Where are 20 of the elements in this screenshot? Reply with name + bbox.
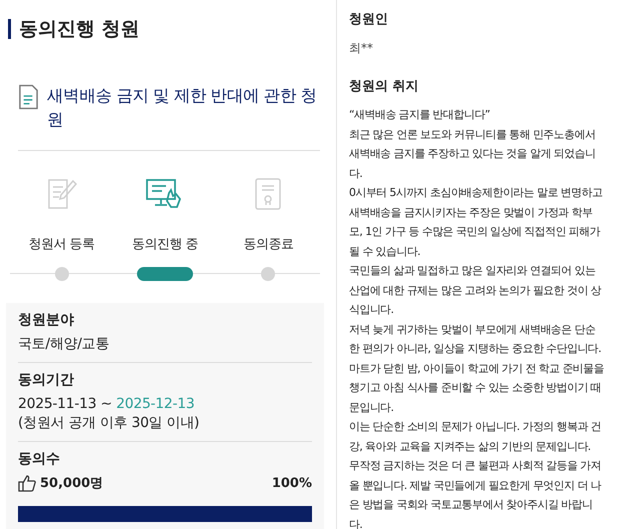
document-icon [18, 84, 40, 110]
petitioner-label: 청원인 [349, 11, 389, 28]
period-note: (청원서 공개 이후 30일 이내) [18, 414, 200, 433]
step-label: 동의진행 중 [132, 236, 198, 253]
period-label: 동의기간 [18, 371, 75, 389]
purpose-label: 청원의 취지 [349, 78, 420, 95]
purpose-text: “새벽배송 금지를 반대합니다” 최근 많은 언론 보도와 커뮤니티를 통해 민주노총에서 새벽배송 금지를 주장하고 있다는 것을 알게 되었습니 다. 0시부터 5시까지 초심야배송제한이라는 말로 변명하고 새벽배송을 금지시키자는 주장은 맞벌이 가정과 학부 모, 1인 가구 등 수많은 국민의 일상에 직접적인 피해가 될 수 있습니다. 국민들의 삶과 밀접하고 많은 일자리와 연결되어 있는 산업에 대한 규제는 많은 고려와 논의가 필요한 것이 상 식입니다. 저녁 늦게 귀가하는 맞벌이 부모에게 새벽배송은 단순 한 편의가 아니라, 일상을 지탱하는 중요한 수단입니다. 마트가 닫힌 밤, 아이들이 학교에 가기 전 학교 준비물을 챙기고 아침 식사를 준비할 수 있는 소중한 방법이기 때 문입니다. 이는 단순한 소비의 문제가 아닙니다. 가정의 행복과 건 강, 육아와 교육을 지켜주는 삶의 기반의 문제입니다. 무작정 금지하는 것은 더 큰 불편과 사회적 갈등을 가져 올 뿐입니다. 제발 국민들에게 필요한게 무엇인지 더 나 은 방법을 국회와 국토교통부에서 찾아주시길 바랍니 다. [349, 107, 605, 529]
petition-title: 새벽배송 금지 및 제한 반대에 관한 청원 [47, 85, 318, 131]
field-label: 청원분야 [18, 311, 75, 329]
agreement-count: 50,000명 [40, 475, 104, 492]
certificate-icon [253, 177, 284, 211]
field-value: 국토/해양/교통 [18, 335, 110, 354]
agreements-label: 동의수 [18, 450, 61, 468]
step-label: 동의종료 [243, 236, 294, 253]
petitioner-name: 최** [349, 40, 374, 57]
agreement-percent: 100% [272, 476, 312, 490]
period-dates: 2025-11-13 ~ 2025-12-13 [18, 395, 196, 414]
page-title: 동의진행 청원 [19, 17, 140, 42]
thumbs-up-icon [18, 474, 36, 492]
step-label: 청원서 등록 [28, 236, 95, 253]
